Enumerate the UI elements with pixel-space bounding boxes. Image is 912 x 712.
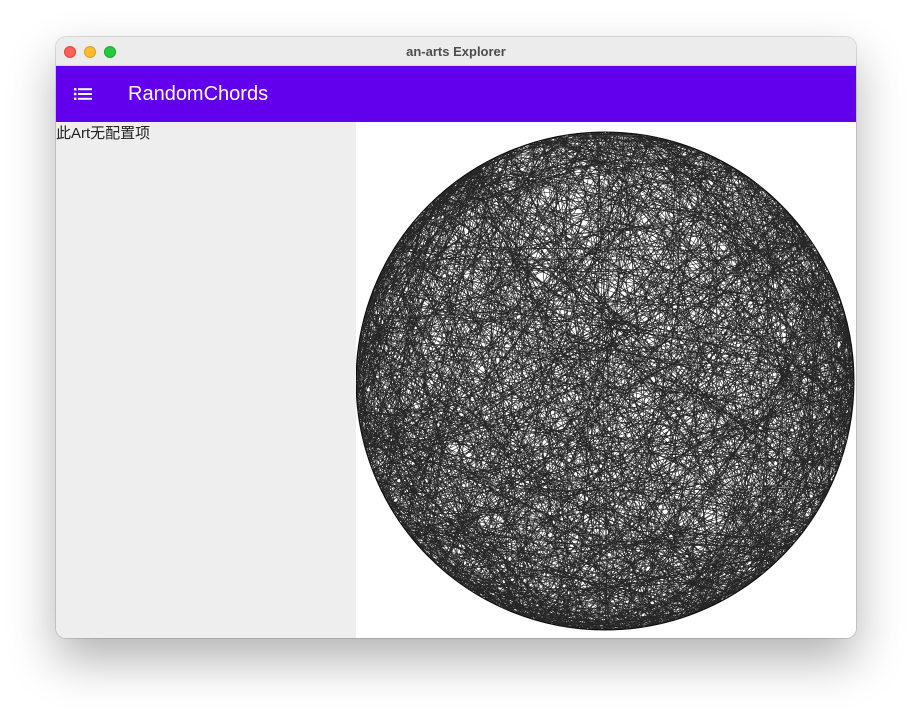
window-title: an-arts Explorer bbox=[406, 44, 506, 59]
chord-lines bbox=[356, 131, 855, 631]
app-title: RandomChords bbox=[128, 83, 269, 105]
app-window: an-arts Explorer RandomChords 此Art无配置项 bbox=[56, 37, 856, 638]
random-chords-artwork bbox=[356, 131, 855, 631]
config-sidebar: 此Art无配置项 bbox=[56, 122, 356, 638]
no-config-message: 此Art无配置项 bbox=[56, 125, 151, 142]
app-bar: RandomChords bbox=[56, 66, 856, 122]
menu-button[interactable] bbox=[68, 78, 100, 110]
title-bar[interactable]: an-arts Explorer bbox=[56, 37, 856, 66]
menu-list-icon bbox=[74, 88, 92, 100]
art-canvas-area[interactable] bbox=[356, 122, 856, 638]
